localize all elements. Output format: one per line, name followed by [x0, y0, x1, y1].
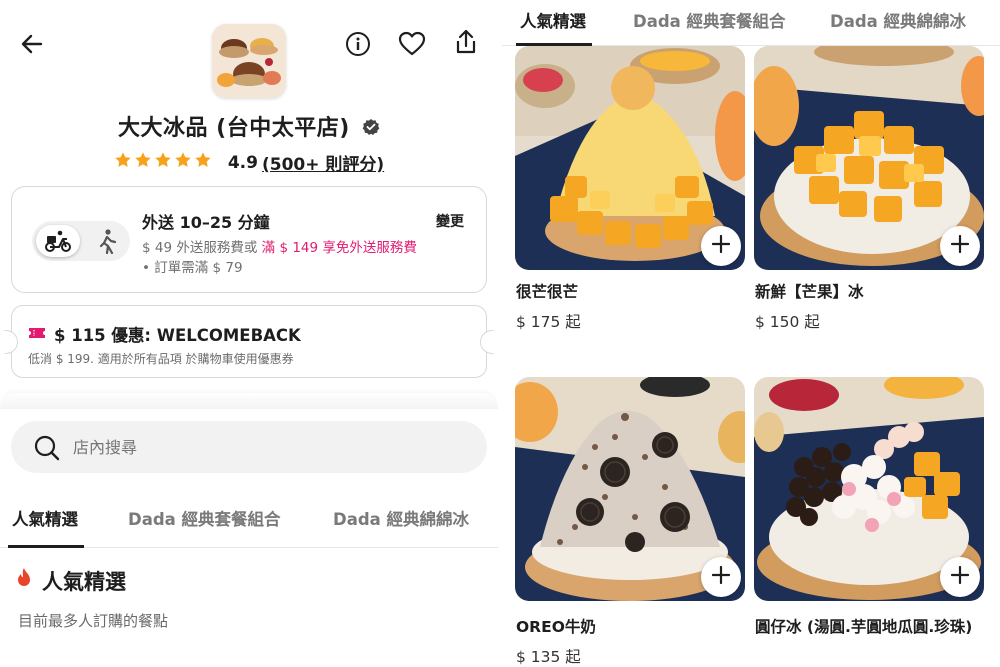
info-icon[interactable]: [344, 30, 372, 58]
scooter-icon[interactable]: [36, 225, 80, 257]
order-minimum: • 訂單需滿 $ 79: [142, 260, 243, 276]
promo-description: 低消 $ 199. 適用於所有品項 於購物車使用優惠券: [28, 352, 294, 366]
free-delivery-threshold: 滿 $ 149 享免外送服務費: [261, 240, 417, 256]
add-to-cart-button[interactable]: [940, 226, 980, 266]
menu-grid-panel: 人氣精選 Dada 經典套餐組合 Dada 經典綿綿冰 很芒很芒 $ 175 起…: [502, 0, 1000, 667]
section-title: 人氣精選: [42, 570, 126, 594]
promo-title: $ 115 優惠: WELCOMEBACK: [28, 322, 301, 346]
star-icon: [174, 151, 192, 174]
star-icon: [194, 151, 212, 174]
section-header: 人氣精選: [14, 566, 126, 596]
menu-item-image: [515, 46, 745, 270]
plus-icon: [950, 565, 970, 588]
store-logo: [212, 24, 286, 98]
tab-dada-snow-ice[interactable]: Dada 經典綿綿冰: [333, 506, 469, 530]
menu-item-name: 新鮮【芒果】冰: [755, 283, 864, 301]
plus-icon: [711, 234, 731, 257]
menu-item-name: 很芒很芒: [516, 283, 579, 301]
menu-item-image: [754, 46, 984, 270]
active-tab-indicator: [8, 545, 84, 548]
tab-dada-combo[interactable]: Dada 經典套餐組合: [633, 8, 786, 32]
menu-category-tabs: 人氣精選 Dada 經典套餐組合 Dada 經典綿綿冰: [0, 492, 498, 548]
store-page-panel: 大大冰品 (台中太平店) 4.9 (500+ 則評分) 外送 10–25 分鐘 …: [0, 0, 498, 667]
tab-popular[interactable]: 人氣精選: [12, 506, 78, 530]
verified-badge-icon: [362, 117, 380, 142]
share-icon[interactable]: [452, 28, 480, 56]
walk-icon[interactable]: [88, 225, 126, 257]
menu-item-name: OREO牛奶: [516, 618, 596, 636]
delivery-time: 外送 10–25 分鐘: [142, 213, 270, 232]
plus-icon: [950, 234, 970, 257]
section-subtitle: 目前最多人訂購的餐點: [18, 612, 169, 630]
promo-title-text: $ 115 優惠: WELCOMEBACK: [54, 326, 301, 345]
search-input[interactable]: [73, 421, 473, 473]
store-name-text: 大大冰品 (台中太平店): [118, 116, 350, 141]
ticket-icon: [28, 325, 46, 344]
tab-dada-combo[interactable]: Dada 經典套餐組合: [128, 506, 281, 530]
menu-item-image: [515, 377, 745, 601]
delivery-info-card: 外送 10–25 分鐘 變更 $ 49 外送服務費或 滿 $ 149 享免外送服…: [11, 186, 487, 293]
rating-count-link[interactable]: (500+ 則評分): [262, 150, 384, 175]
star-icon: [134, 151, 152, 174]
plus-icon: [711, 565, 731, 588]
menu-sheet-edge: [0, 393, 498, 409]
menu-item-price: $ 175 起: [516, 313, 581, 331]
voucher-notch-right: [480, 330, 494, 354]
delivery-mode-toggle[interactable]: [32, 221, 130, 261]
menu-item-name: 圓仔冰 (湯圓.芋圓地瓜圓.珍珠): [755, 618, 973, 636]
heart-icon[interactable]: [398, 30, 426, 58]
menu-item-price: $ 135 起: [516, 648, 581, 666]
search-icon: [33, 434, 61, 466]
add-to-cart-button[interactable]: [701, 557, 741, 597]
add-to-cart-button[interactable]: [701, 226, 741, 266]
delivery-fee-text: $ 49 外送服務費或 滿 $ 149 享免外送服務費: [142, 236, 417, 256]
star-rating: [114, 151, 212, 174]
change-delivery-button[interactable]: 變更: [436, 211, 464, 231]
voucher-notch-left: [4, 330, 18, 354]
menu-item-price: $ 150 起: [755, 313, 820, 331]
star-icon: [114, 151, 132, 174]
fire-icon: [14, 567, 34, 596]
store-name: 大大冰品 (台中太平店): [0, 110, 498, 142]
add-to-cart-button[interactable]: [940, 557, 980, 597]
rating-row[interactable]: 4.9 (500+ 則評分): [0, 150, 498, 175]
menu-item-image: [754, 377, 984, 601]
promo-voucher-card[interactable]: $ 115 優惠: WELCOMEBACK 低消 $ 199. 適用於所有品項 …: [4, 305, 494, 378]
back-arrow-icon[interactable]: [18, 30, 46, 58]
star-icon: [154, 151, 172, 174]
tab-dada-snow-ice[interactable]: Dada 經典綿綿冰: [830, 8, 966, 32]
tab-popular[interactable]: 人氣精選: [520, 8, 586, 32]
delivery-fee: $ 49 外送服務費或: [142, 240, 258, 256]
menu-category-tabs-sticky: 人氣精選 Dada 經典套餐組合 Dada 經典綿綿冰: [502, 0, 1000, 46]
store-search-bar[interactable]: [11, 421, 487, 473]
rating-value: 4.9: [227, 152, 258, 173]
